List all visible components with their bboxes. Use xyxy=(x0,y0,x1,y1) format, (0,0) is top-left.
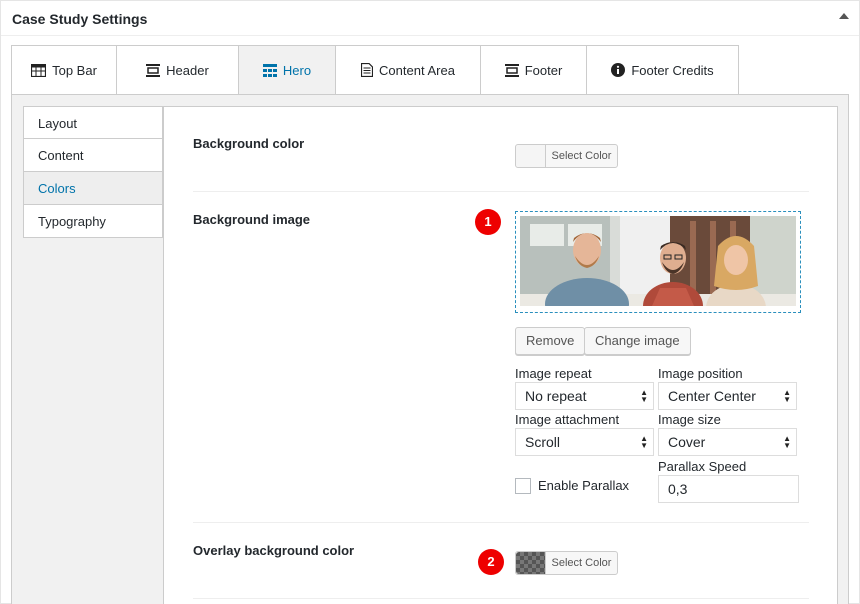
overlay-color-picker[interactable]: Select Color xyxy=(515,551,618,575)
image-repeat-select[interactable]: No repeat ▲ ▼ xyxy=(515,382,654,410)
tab-label: Content Area xyxy=(379,62,455,78)
select-arrows-icon: ▲ ▼ xyxy=(783,388,791,404)
align-center-icon xyxy=(146,63,161,77)
annotation-badge-1: 1 xyxy=(475,209,501,235)
overlay-background-color-label: Overlay background color xyxy=(193,543,355,558)
background-color-picker[interactable]: Select Color xyxy=(515,144,618,168)
image-attachment-value: Scroll xyxy=(525,434,561,450)
tab-body: Layout Content Colors Typography Backgro… xyxy=(11,94,849,604)
table-icon xyxy=(31,63,47,77)
select-arrows-icon: ▲ ▼ xyxy=(640,388,648,404)
tab-footer-credits[interactable]: Footer Credits xyxy=(587,45,739,95)
collapse-toggle-icon[interactable] xyxy=(839,13,849,19)
image-attachment-label: Image attachment xyxy=(515,412,620,427)
tab-label: Header xyxy=(166,62,209,78)
transparent-swatch xyxy=(516,552,546,574)
select-color-label: Select Color xyxy=(551,557,612,569)
panel-header: Case Study Settings xyxy=(1,1,859,36)
select-arrows-icon: ▲ ▼ xyxy=(640,434,648,450)
image-repeat-label: Image repeat xyxy=(515,366,592,381)
sidebar-item-colors[interactable]: Colors xyxy=(23,172,163,205)
remove-image-button[interactable]: Remove xyxy=(515,327,586,355)
image-size-label: Image size xyxy=(658,412,721,427)
tab-label: Hero xyxy=(282,62,312,78)
parallax-speed-input[interactable]: 0,3 xyxy=(658,475,799,503)
select-color-label: Select Color xyxy=(551,150,612,162)
settings-panel: Case Study Settings Top Bar Header Hero xyxy=(0,0,860,604)
panel-title: Case Study Settings xyxy=(12,11,148,27)
background-image-label: Background image xyxy=(193,212,311,227)
grid-icon xyxy=(262,63,277,77)
tab-bar: Top Bar Header Hero Content Area Footer xyxy=(11,45,849,95)
sidebar-item-content[interactable]: Content xyxy=(23,139,163,172)
info-icon xyxy=(611,63,626,77)
image-position-select[interactable]: Center Center ▲ ▼ xyxy=(658,382,797,410)
tab-top-bar[interactable]: Top Bar xyxy=(11,45,117,95)
align-bottom-icon xyxy=(504,63,519,77)
tab-label: Footer xyxy=(524,62,563,78)
sidebar-item-layout[interactable]: Layout xyxy=(23,106,163,139)
tab-content-area[interactable]: Content Area xyxy=(336,45,481,95)
enable-parallax-label: Enable Parallax xyxy=(538,478,630,493)
image-position-value: Center Center xyxy=(668,388,756,404)
tab-footer[interactable]: Footer xyxy=(481,45,587,95)
select-arrows-icon: ▲ ▼ xyxy=(783,434,791,450)
parallax-speed-label: Parallax Speed xyxy=(658,459,747,474)
background-color-label: Background color xyxy=(193,136,305,151)
tab-label: Footer Credits xyxy=(631,62,714,78)
tab-label: Top Bar xyxy=(52,62,97,78)
tab-header[interactable]: Header xyxy=(117,45,239,95)
settings-content: Background color Select Color Background… xyxy=(163,106,838,604)
section-nav: Layout Content Colors Typography xyxy=(23,106,163,238)
team-photo-image xyxy=(520,216,796,306)
annotation-badge-2: 2 xyxy=(478,549,504,575)
sidebar-item-typography[interactable]: Typography xyxy=(23,205,163,238)
image-attachment-select[interactable]: Scroll ▲ ▼ xyxy=(515,428,654,456)
color-swatch xyxy=(516,145,546,167)
enable-parallax-checkbox[interactable] xyxy=(515,478,531,494)
image-position-label: Image position xyxy=(658,366,743,381)
image-size-value: Cover xyxy=(668,434,706,450)
image-size-select[interactable]: Cover ▲ ▼ xyxy=(658,428,797,456)
document-icon xyxy=(361,63,374,77)
background-image-preview[interactable] xyxy=(515,211,801,313)
tab-hero[interactable]: Hero xyxy=(239,45,336,95)
image-repeat-value: No repeat xyxy=(525,388,587,404)
change-image-button[interactable]: Change image xyxy=(584,327,691,355)
